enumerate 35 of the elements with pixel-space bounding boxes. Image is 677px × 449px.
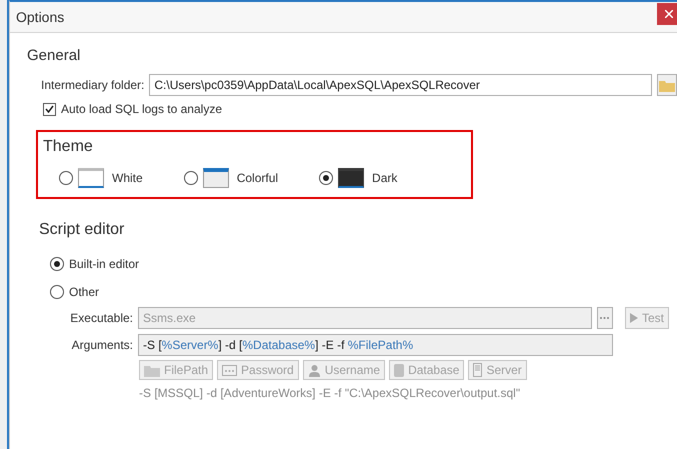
radio-button[interactable] bbox=[50, 285, 64, 299]
field-label: Executable: bbox=[69, 311, 133, 325]
dots-icon bbox=[222, 364, 238, 376]
browse-button[interactable] bbox=[596, 307, 613, 329]
section-heading: General bbox=[27, 47, 82, 64]
light-theme-preview bbox=[78, 168, 104, 188]
folder-icon bbox=[659, 78, 675, 92]
section-heading: Script editor bbox=[39, 221, 126, 239]
play-icon bbox=[630, 313, 638, 323]
server-icon bbox=[473, 363, 482, 377]
radio-button[interactable] bbox=[319, 171, 334, 185]
checkbox[interactable] bbox=[43, 102, 56, 116]
arguments-field[interactable]: -S [%Server%] -d [%Database%] -E -f %FilePath% bbox=[138, 334, 613, 356]
colorful-theme-preview bbox=[202, 168, 229, 188]
close-icon bbox=[665, 10, 673, 18]
folder-icon bbox=[144, 364, 160, 376]
dark-theme-preview bbox=[338, 168, 364, 188]
checkbox-label: Auto load SQL logs to analyze bbox=[61, 102, 222, 116]
section-heading: Theme bbox=[43, 138, 94, 156]
folder-field[interactable]: C:\Users\pc0359\AppData\Local\ApexSQL\ApexSQLRecover bbox=[149, 74, 652, 96]
radio-button[interactable] bbox=[184, 171, 198, 185]
radio-label: White bbox=[112, 171, 143, 185]
field-label: Intermediary folder: bbox=[41, 78, 144, 92]
radio-label: Other bbox=[69, 285, 100, 299]
field-label: Arguments: bbox=[70, 338, 133, 352]
user-icon bbox=[308, 364, 321, 376]
radio-button[interactable] bbox=[59, 171, 73, 185]
radio-label: Built-in editor bbox=[69, 257, 140, 271]
database-icon bbox=[394, 363, 404, 377]
radio-button[interactable] bbox=[50, 257, 64, 271]
close-button[interactable] bbox=[657, 3, 677, 25]
command-preview: -S [MSSQL] -d [AdventureWorks] -E -f "C:\ApexSQLRecover\output.sql" bbox=[139, 386, 520, 400]
radio-label: Colorful bbox=[236, 171, 278, 185]
radio-label: Dark bbox=[372, 171, 398, 185]
window-title: Options bbox=[16, 9, 64, 25]
